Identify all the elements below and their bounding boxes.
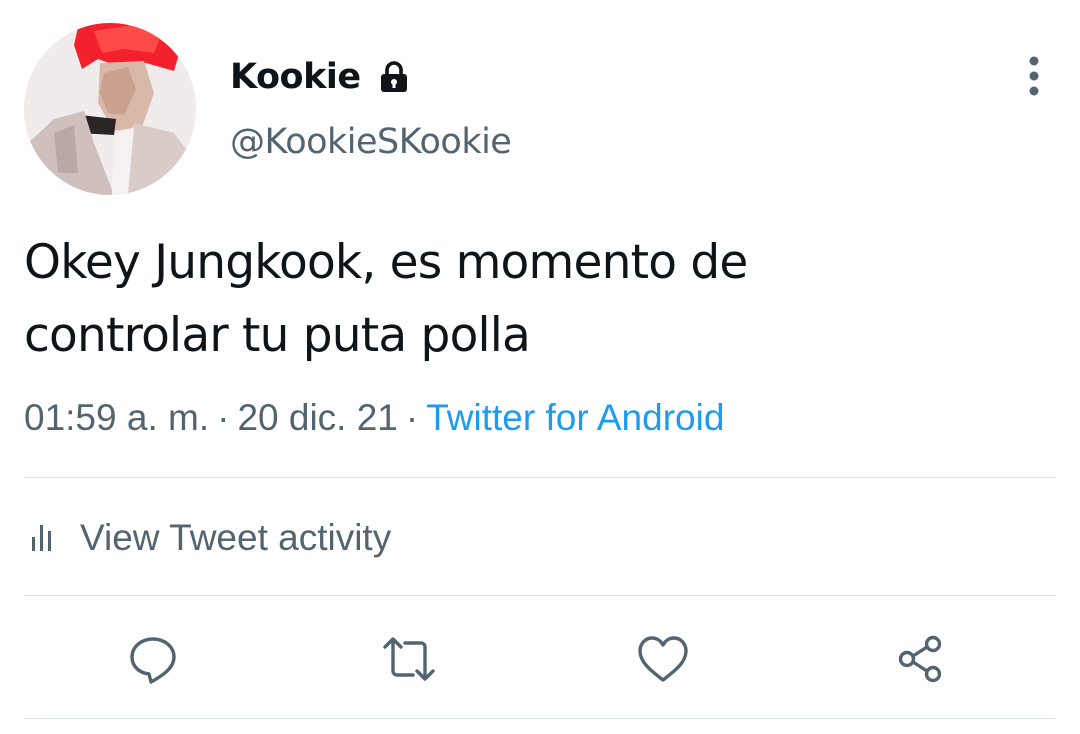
heart-icon — [638, 636, 688, 682]
author-name-row[interactable]: Kookie — [230, 52, 411, 102]
tweet-time[interactable]: 01:59 a. m. — [24, 397, 209, 438]
more-options-button[interactable] — [1010, 52, 1058, 100]
like-button[interactable] — [632, 628, 694, 690]
activity-label: View Tweet activity — [80, 517, 392, 558]
meta-separator: · — [217, 397, 230, 438]
stats-icon — [30, 521, 58, 555]
avatar-image — [24, 23, 196, 195]
retweet-button[interactable] — [378, 628, 440, 690]
reply-button[interactable] — [122, 628, 184, 690]
avatar[interactable] — [24, 23, 196, 195]
tweet-text-line: Okey Jungkook, es momento de — [24, 235, 748, 290]
tweet-source-link[interactable]: Twitter for Android — [426, 397, 724, 438]
share-button[interactable] — [890, 628, 952, 690]
more-vertical-icon — [1029, 56, 1039, 96]
display-name[interactable]: Kookie — [230, 57, 361, 97]
lock-icon — [377, 60, 411, 94]
divider — [24, 718, 1056, 719]
divider — [24, 477, 1056, 478]
reply-icon — [130, 637, 176, 684]
tweet-text: Okey Jungkook, es momento de controlar t… — [24, 226, 1044, 372]
meta-separator: · — [405, 397, 419, 438]
tweet-date[interactable]: 20 dic. 21 — [237, 397, 397, 438]
author-handle[interactable]: @KookieSKookie — [230, 122, 512, 162]
view-tweet-activity-button[interactable]: View Tweet activity — [30, 510, 391, 566]
tweet-meta: 01:59 a. m. · 20 dic. 21 · Twitter for Andro… — [24, 392, 724, 444]
retweet-icon — [383, 637, 435, 681]
tweet-text-line: controlar tu puta polla — [24, 308, 531, 363]
share-icon — [898, 635, 942, 683]
divider — [24, 595, 1056, 596]
